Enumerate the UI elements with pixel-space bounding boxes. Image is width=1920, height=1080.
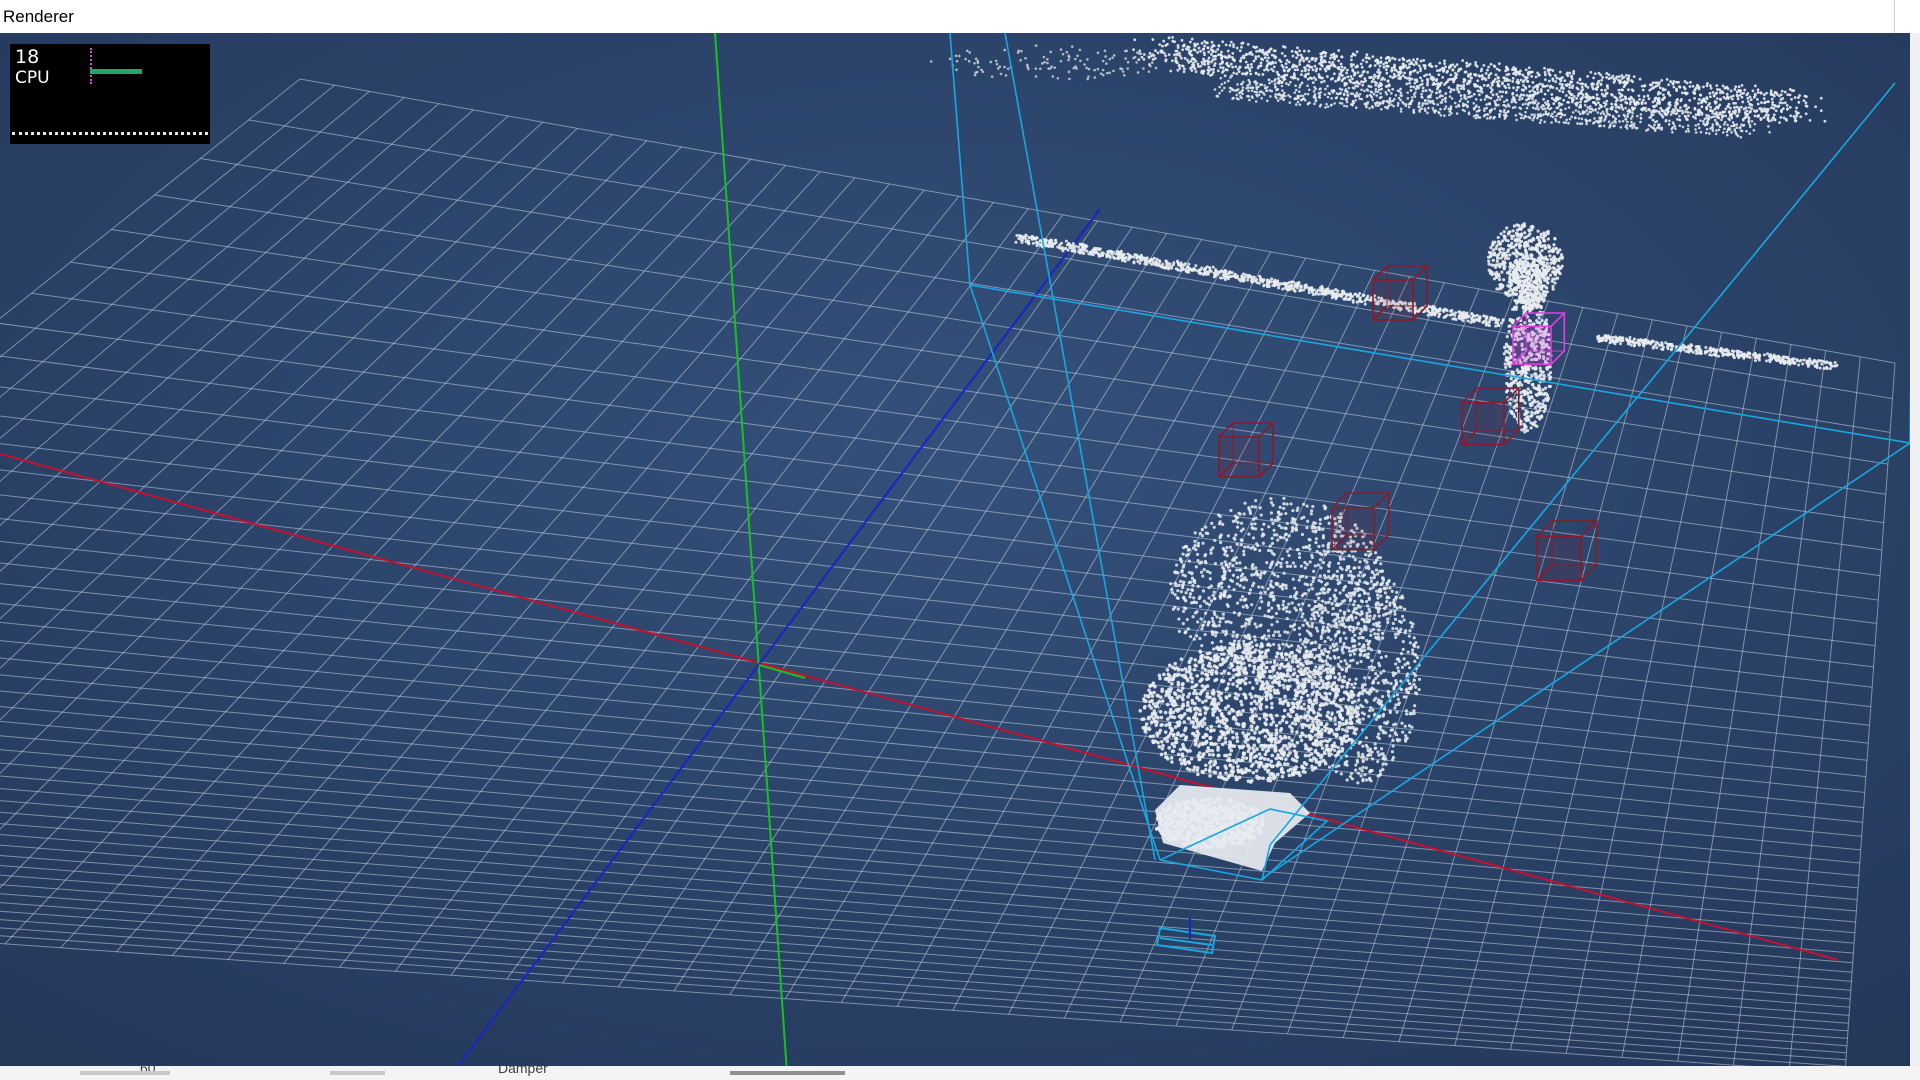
right-scroll-strip[interactable] [1910, 33, 1920, 1073]
scene-canvas[interactable] [0, 33, 1910, 1073]
bottom-panel-edge: 60 Damper [0, 1066, 1920, 1080]
3d-viewport[interactable] [0, 33, 1910, 1073]
perf-marker [90, 48, 94, 84]
cpu-bar [90, 69, 142, 74]
slider-track[interactable] [730, 1071, 845, 1075]
performance-monitor: 18 CPU [10, 44, 210, 144]
scene-background [0, 33, 1910, 1073]
cpu-history-graph [12, 132, 208, 135]
cpu-value: 18 [15, 46, 40, 68]
title-bar[interactable]: Renderer [0, 0, 1895, 33]
cpu-label: CPU [15, 68, 50, 88]
window-title: Renderer [3, 7, 74, 26]
partial-label: Damper [498, 1066, 548, 1076]
slider-track[interactable] [330, 1071, 385, 1075]
slider-track[interactable] [80, 1071, 170, 1075]
renderer-window: Renderer 18 CPU 60 Damper [0, 0, 1920, 1080]
